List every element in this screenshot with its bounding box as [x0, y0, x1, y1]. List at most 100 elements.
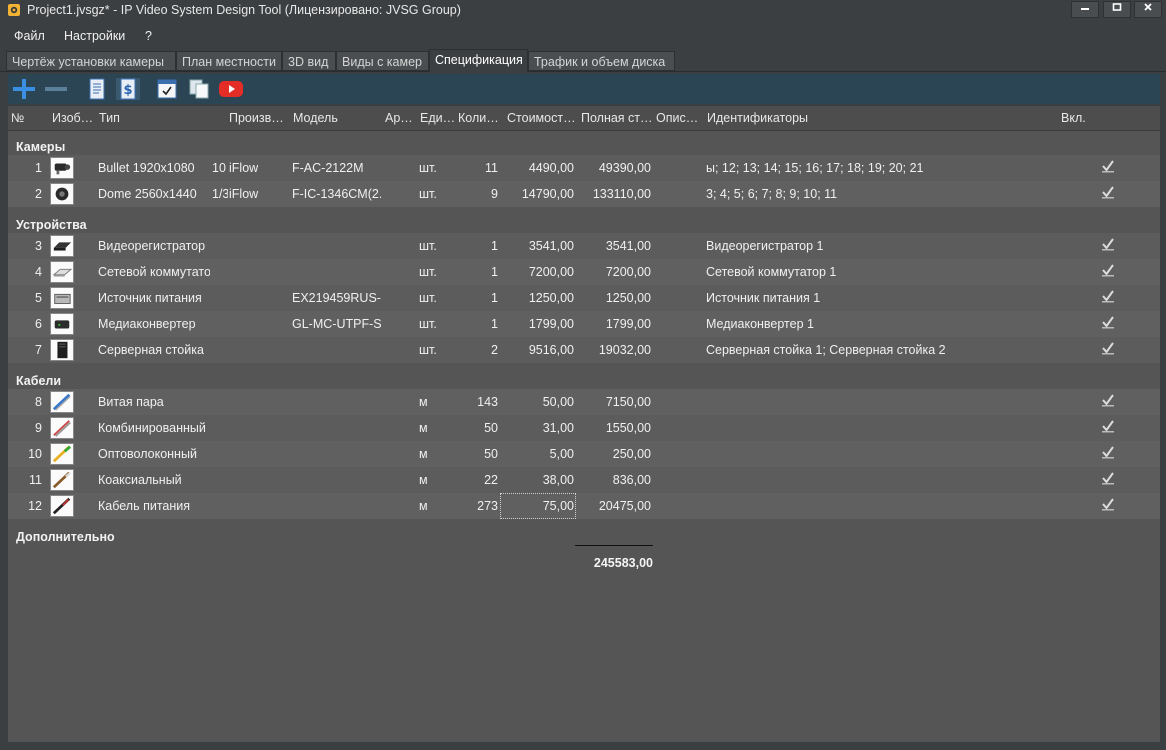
item-identifiers: Медиаконвертер 1	[706, 317, 814, 331]
item-quantity: 143	[477, 395, 498, 409]
add-icon[interactable]	[12, 78, 36, 100]
checklist-icon[interactable]	[155, 78, 179, 100]
row-number: 4	[35, 265, 42, 279]
table-row[interactable]: 9 Комбинированный м 50 31,00 1550,00	[8, 415, 1160, 441]
row-number: 10	[28, 447, 42, 461]
media-image-icon	[54, 320, 70, 329]
col-identifiers[interactable]: Идентификаторы	[707, 111, 1007, 125]
table-row[interactable]: 1 Bullet 1920x1080 10 iFlow F-AC-2122M шт. 11 4…	[8, 155, 1160, 181]
item-type: Медиаконвертер	[98, 317, 196, 331]
table-row[interactable]: 8 Витая пара м 143 50,00 7150,00	[8, 389, 1160, 415]
item-price: 50,00	[542, 395, 574, 409]
col-image[interactable]: Изоб…	[52, 111, 96, 125]
col-type[interactable]: Тип	[99, 111, 229, 125]
document-icon[interactable]	[85, 78, 109, 100]
item-quantity: 1	[491, 239, 498, 253]
item-image	[50, 313, 74, 335]
tab-traffic-disk[interactable]: Трафик и объем диска	[528, 51, 675, 71]
item-type: Коаксиальный	[98, 473, 182, 487]
col-price[interactable]: Стоимост…	[507, 111, 579, 125]
tab-camera-views[interactable]: Виды с камер	[336, 51, 429, 71]
item-total: 49390,00	[598, 161, 651, 175]
enabled-checkbox[interactable]	[1101, 341, 1115, 355]
table-row[interactable]: 5 Источник питания EX219459RUS-I шт. 1 1250,0…	[8, 285, 1160, 311]
enabled-checkbox[interactable]	[1101, 471, 1115, 485]
item-image	[50, 443, 74, 465]
item-price: 4490,00	[528, 161, 574, 175]
item-quantity: 11	[485, 161, 498, 175]
tab-3d-view[interactable]: 3D вид	[282, 51, 336, 71]
table-row[interactable]: 4 Сетевой коммутатор шт. 1 7200,00 7200,00 Сет…	[8, 259, 1160, 285]
item-identifiers: Серверная стойка 1; Серверная стойка 2	[706, 343, 946, 357]
item-quantity: 1	[491, 265, 498, 279]
enabled-checkbox[interactable]	[1101, 393, 1115, 407]
remove-icon[interactable]	[44, 78, 68, 100]
item-type: Сетевой коммутатор	[98, 265, 210, 279]
col-quantity[interactable]: Коли…	[458, 111, 504, 125]
item-total: 1799,00	[605, 317, 651, 331]
col-model[interactable]: Модель	[293, 111, 383, 125]
item-total: 1550,00	[605, 421, 651, 435]
col-manufacturer[interactable]: Произв…	[229, 111, 291, 125]
menu-help[interactable]: ?	[145, 29, 152, 43]
item-quantity: 50	[484, 447, 498, 461]
item-image	[50, 469, 74, 491]
enabled-checkbox[interactable]	[1101, 445, 1115, 459]
table-row[interactable]: 10 Оптоволоконный м 50 5,00 250,00	[8, 441, 1160, 467]
enabled-checkbox[interactable]	[1101, 237, 1115, 251]
enabled-checkbox[interactable]	[1101, 315, 1115, 329]
row-number: 6	[35, 317, 42, 331]
cable4-image-icon	[52, 471, 71, 489]
maximize-button[interactable]	[1103, 1, 1131, 18]
minimize-button[interactable]	[1071, 1, 1099, 18]
close-button[interactable]	[1134, 1, 1162, 18]
item-image	[50, 235, 74, 257]
table-row[interactable]: 11 Коаксиальный м 22 38,00 836,00	[8, 467, 1160, 493]
table-row[interactable]: 12 Кабель питания м 273 75,00 20475,00	[8, 493, 1160, 519]
enabled-checkbox[interactable]	[1101, 289, 1115, 303]
item-type: Серверная стойка	[98, 343, 204, 357]
item-image	[50, 339, 74, 361]
item-type-extra: 10	[212, 161, 226, 175]
col-enabled[interactable]: Вкл.	[1061, 111, 1101, 125]
price-document-icon[interactable]: $	[116, 78, 140, 100]
table-row[interactable]: 2 Dome 2560x1440 1/3 iFlow F-IC-1346CM(2. шт.…	[8, 181, 1160, 207]
item-quantity: 22	[484, 473, 498, 487]
row-number: 11	[29, 473, 42, 487]
tab-bar: Чертёж установки камеры План местности 3…	[0, 49, 1166, 72]
menu-file[interactable]: Файл	[14, 29, 45, 43]
col-article[interactable]: Ар…	[385, 111, 419, 125]
psu-image-icon	[54, 293, 71, 304]
tab-specification[interactable]: Спецификация	[429, 49, 528, 72]
item-type: Источник питания	[98, 291, 202, 305]
tab-camera-drawing[interactable]: Чертёж установки камеры	[6, 51, 176, 71]
enabled-checkbox[interactable]	[1101, 185, 1115, 199]
item-identifiers: Источник питания 1	[706, 291, 821, 305]
item-identifiers: Сетевой коммутатор 1	[706, 265, 837, 279]
row-number: 1	[35, 161, 42, 175]
enabled-checkbox[interactable]	[1101, 263, 1115, 277]
youtube-icon[interactable]	[219, 78, 243, 100]
item-price: 38,00	[542, 473, 574, 487]
menu-settings[interactable]: Настройки	[64, 29, 125, 43]
col-unit[interactable]: Еди…	[420, 111, 456, 125]
row-number: 8	[35, 395, 42, 409]
col-total[interactable]: Полная ст…	[581, 111, 655, 125]
table-row[interactable]: 3 Видеорегистратор шт. 1 3541,00 3541,00 Видео…	[8, 233, 1160, 259]
col-description[interactable]: Опис…	[656, 111, 704, 125]
item-image	[50, 391, 74, 413]
table-row[interactable]: 7 Серверная стойка шт. 2 9516,00 19032,00 Серв…	[8, 337, 1160, 363]
item-manufacturer: iFlow	[229, 187, 259, 201]
col-number[interactable]: №	[11, 111, 29, 125]
enabled-checkbox[interactable]	[1101, 497, 1115, 511]
table-row[interactable]: 6 Медиаконвертер GL-MC-UTPF-S(шт. 1 1799,00 1…	[8, 311, 1160, 337]
enabled-checkbox[interactable]	[1101, 159, 1115, 173]
menu-bar: Файл Настройки ?	[0, 25, 1166, 47]
item-price: 3541,00	[528, 239, 574, 253]
item-total: 7200,00	[605, 265, 651, 279]
item-quantity: 50	[484, 421, 498, 435]
copy-icon[interactable]	[187, 78, 211, 100]
enabled-checkbox[interactable]	[1101, 419, 1115, 433]
row-number: 9	[35, 421, 42, 435]
tab-site-plan[interactable]: План местности	[176, 51, 282, 71]
